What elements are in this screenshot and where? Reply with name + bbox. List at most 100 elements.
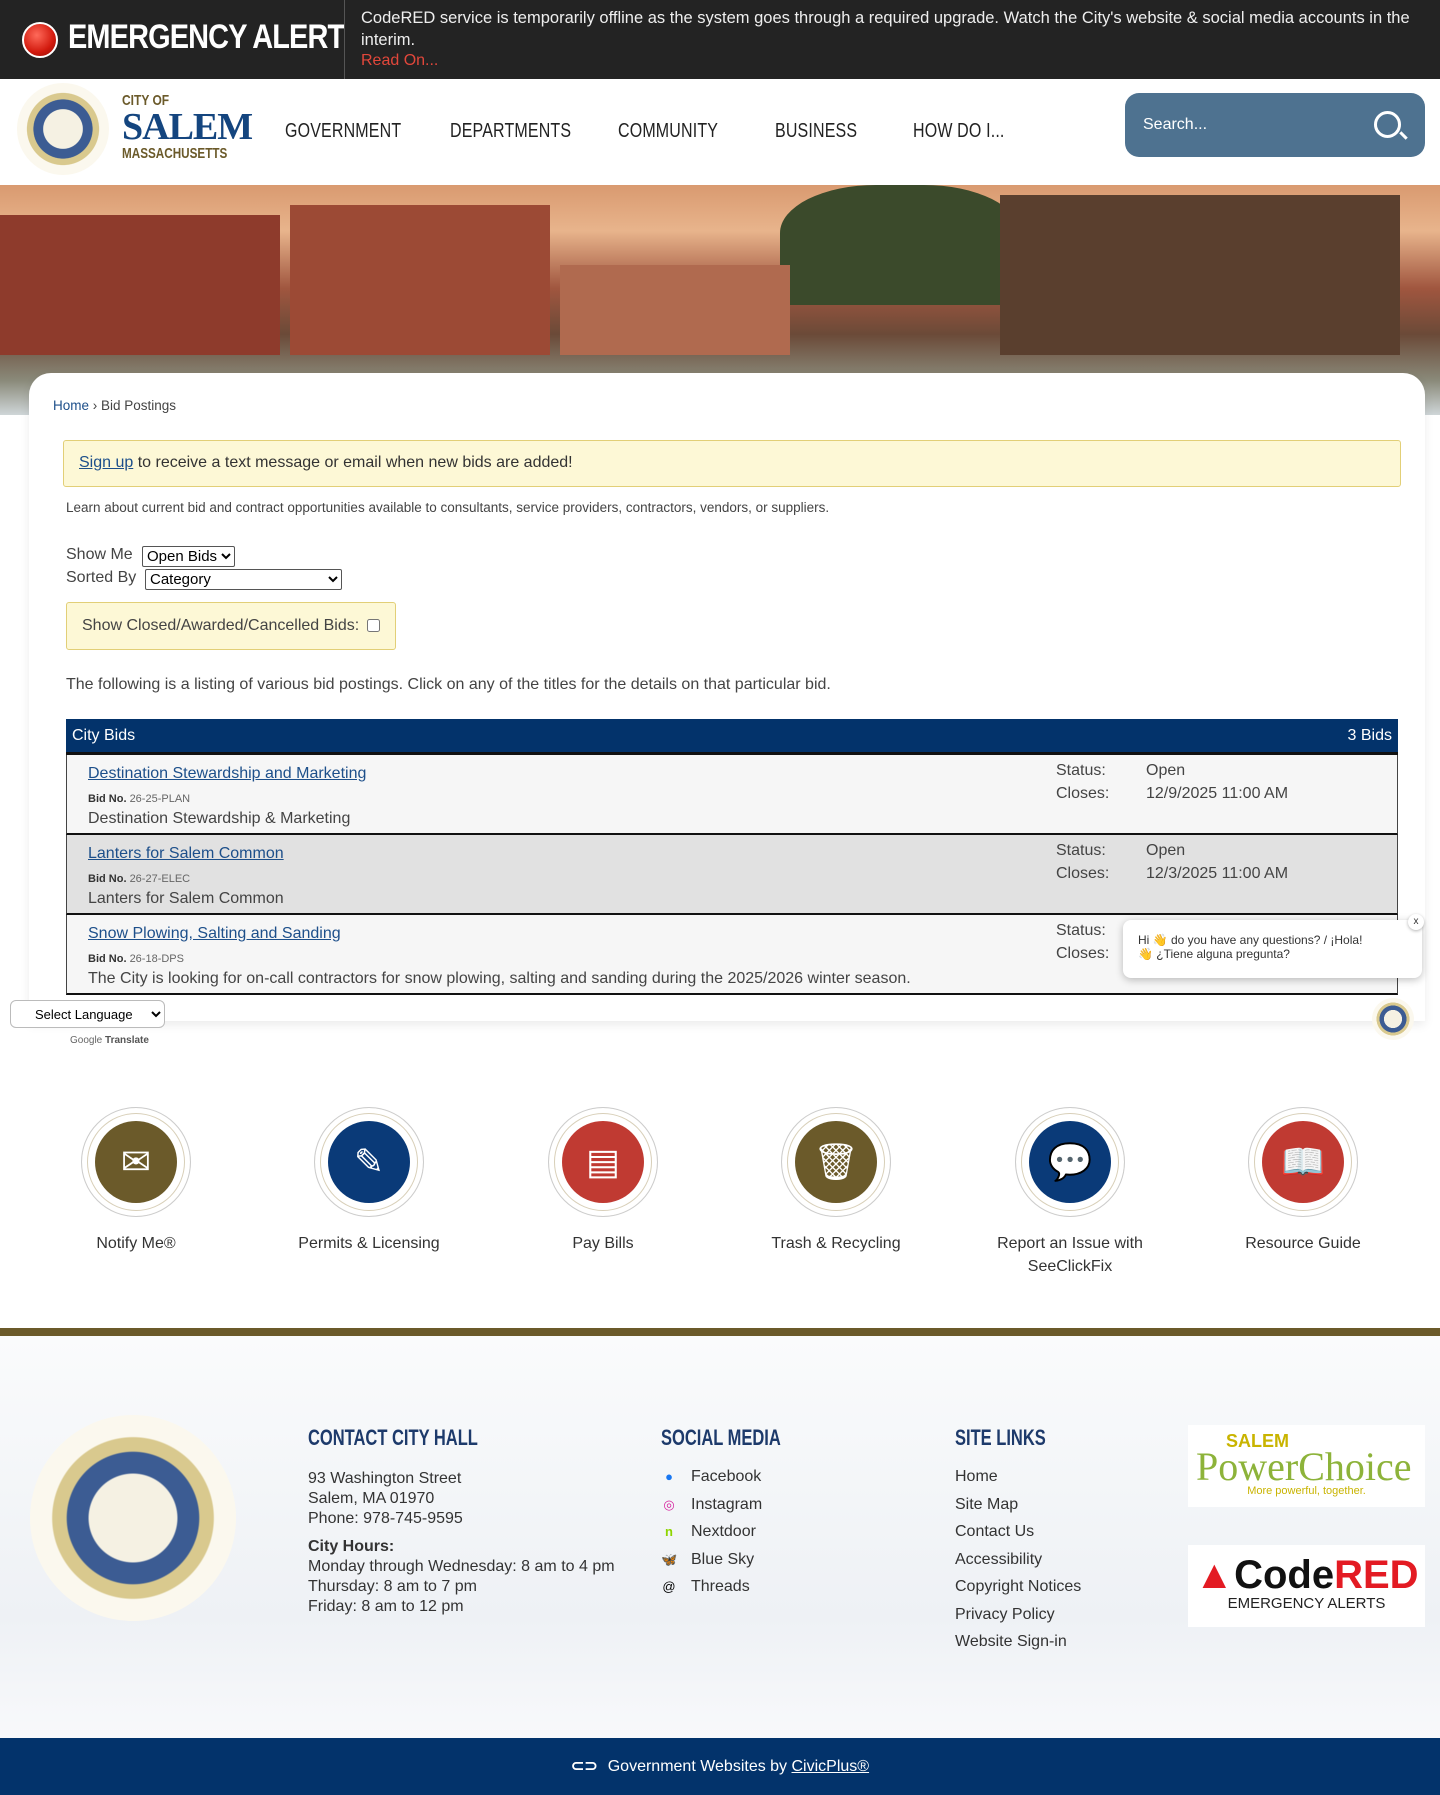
search-icon[interactable]: [1374, 111, 1401, 138]
social-nextdoor[interactable]: n Nextdoor: [661, 1518, 821, 1546]
chat-seal-icon[interactable]: [1372, 998, 1414, 1040]
contact-heading: CONTACT CITY HALL: [308, 1425, 478, 1450]
site-link-contact[interactable]: Contact Us: [955, 1518, 1081, 1546]
site-link-copyright[interactable]: Copyright Notices: [955, 1573, 1081, 1601]
address-line: Salem, MA 01970: [308, 1490, 435, 1507]
facebook-icon: ●: [665, 1469, 673, 1484]
show-me-label: Show Me: [66, 546, 133, 563]
table-row: Lanters for Salem Common Bid No. 26-27-E…: [66, 835, 1398, 915]
civicplus-link[interactable]: CivicPlus®: [792, 1758, 870, 1775]
powerchoice-logo[interactable]: SALEM PowerChoice More powerful, togethe…: [1188, 1425, 1425, 1507]
site-link-site-map[interactable]: Site Map: [955, 1491, 1081, 1519]
read-on-link[interactable]: Read On...: [361, 52, 438, 70]
search-input[interactable]: [1143, 111, 1363, 139]
nextdoor-icon: n: [665, 1524, 673, 1539]
hero-sail-loft: [1000, 195, 1400, 355]
instagram-icon: ◎: [663, 1496, 675, 1512]
quick-link-permits[interactable]: ✎ Permits & Licensing: [298, 1107, 440, 1255]
google-translate-credit: Google Translate: [70, 1035, 149, 1046]
bid-title-link[interactable]: Snow Plowing, Salting and Sanding: [88, 925, 341, 943]
social-heading: SOCIAL MEDIA: [661, 1425, 781, 1450]
show-closed-label: Show Closed/Awarded/Cancelled Bids:: [82, 617, 360, 634]
civicplus-text: Government Websites by: [607, 1758, 792, 1775]
hero-building: [0, 215, 280, 355]
quick-link-label: Resource Guide: [1245, 1235, 1361, 1252]
table-row: Destination Stewardship and Marketing Bi…: [66, 755, 1398, 835]
sorted-by-select[interactable]: Category: [145, 569, 342, 590]
quick-link-seeclickfix[interactable]: 💬 Report an Issue with SeeClickFix: [997, 1107, 1143, 1278]
site-links-section: SITE LINKS Home Site Map Contact Us Acce…: [955, 1425, 1081, 1656]
quick-link-label: Notify Me®: [96, 1235, 176, 1252]
breadcrumb: Home › Bid Postings: [53, 398, 176, 413]
quick-link-label: Report an Issue with SeeClickFix: [997, 1235, 1143, 1275]
bluesky-icon: 🦋: [661, 1551, 678, 1567]
closes-label: Closes:: [1056, 945, 1110, 962]
contact-section: CONTACT CITY HALL 93 Washington Street S…: [308, 1425, 615, 1617]
social-facebook[interactable]: ● Facebook: [661, 1463, 821, 1491]
bid-count: 3 Bids: [1347, 727, 1392, 744]
quick-link-trash[interactable]: 🗑 Trash & Recycling: [771, 1107, 901, 1255]
chat-popup[interactable]: Hi 👋 do you have any questions? / ¡Hola!…: [1123, 920, 1422, 978]
notice-text: to receive a text message or email when …: [133, 454, 573, 471]
quick-link-pay-bills[interactable]: ▤ Pay Bills: [548, 1107, 658, 1255]
phone-chat-icon: ✉: [95, 1121, 177, 1203]
social-section: SOCIAL MEDIA ● Facebook ◎ Instagram n Nextd…: [661, 1425, 821, 1601]
hours-line: Friday: 8 am to 12 pm: [308, 1598, 464, 1615]
footer-city-seal: [30, 1415, 236, 1621]
city-seal-logo[interactable]: [17, 83, 109, 175]
emergency-alert-bar: EMERGENCY ALERT CodeRED service is tempo…: [0, 0, 1440, 79]
address-line: 93 Washington Street: [308, 1470, 462, 1487]
closes-label: Closes:: [1056, 785, 1110, 802]
status-label: Status:: [1056, 762, 1106, 779]
social-bluesky[interactable]: 🦋 Blue Sky: [661, 1546, 821, 1574]
credit-card-icon: ▤: [562, 1121, 644, 1203]
bid-title-link[interactable]: Destination Stewardship and Marketing: [88, 765, 366, 783]
quick-link-label: Pay Bills: [572, 1235, 634, 1252]
search-box: [1125, 93, 1425, 157]
social-threads[interactable]: @ Threads: [661, 1573, 821, 1601]
nav-community[interactable]: COMMUNITY: [618, 120, 718, 143]
hours-line: Monday through Wednesday: 8 am to 4 pm: [308, 1558, 615, 1575]
chat-bubbles-icon: 💬: [1029, 1121, 1111, 1203]
bid-number: Bid No. 26-27-ELEC: [88, 873, 191, 885]
alert-message: CodeRED service is temporarily offline a…: [361, 9, 1410, 49]
breadcrumb-home[interactable]: Home: [53, 398, 89, 413]
bid-title-link[interactable]: Lanters for Salem Common: [88, 845, 284, 863]
show-closed-checkbox[interactable]: [367, 619, 380, 632]
breadcrumb-separator: ›: [89, 398, 102, 413]
site-link-sign-in[interactable]: Website Sign-in: [955, 1628, 1081, 1656]
sorted-by-label: Sorted By: [66, 569, 137, 586]
closes-value: 12/3/2025 11:00 AM: [1146, 865, 1289, 882]
quick-link-resource-guide[interactable]: 📖 Resource Guide: [1245, 1107, 1361, 1255]
show-me-select[interactable]: Open Bids: [142, 546, 235, 567]
chat-line: Hi 👋 do you have any questions? / ¡Hola!: [1138, 933, 1363, 947]
hours-label: City Hours:: [308, 1538, 395, 1555]
site-link-privacy[interactable]: Privacy Policy: [955, 1601, 1081, 1629]
bid-number: Bid No. 26-25-PLAN: [88, 793, 191, 805]
alert-title: EMERGENCY ALERT: [68, 18, 345, 56]
social-instagram[interactable]: ◎ Instagram: [661, 1491, 821, 1519]
nav-departments[interactable]: DEPARTMENTS: [450, 120, 571, 143]
status-value: Open: [1146, 842, 1186, 859]
site-links-heading: SITE LINKS: [955, 1425, 1046, 1450]
city-logo-text[interactable]: CITY OF SALEM MASSACHUSETTS: [122, 92, 257, 162]
quick-link-label: Trash & Recycling: [771, 1235, 901, 1252]
divider: [344, 0, 345, 79]
site-link-accessibility[interactable]: Accessibility: [955, 1546, 1081, 1574]
chat-close-icon[interactable]: x: [1408, 914, 1424, 930]
nav-business[interactable]: BUSINESS: [775, 120, 857, 143]
nav-how-do-i[interactable]: HOW DO I...: [913, 120, 1005, 143]
hero-building: [290, 205, 550, 355]
site-link-home[interactable]: Home: [955, 1463, 1081, 1491]
nav-government[interactable]: GOVERNMENT: [285, 120, 401, 143]
hero-building: [560, 265, 790, 355]
codered-logo[interactable]: ▲CodeRED EMERGENCY ALERTS: [1188, 1545, 1425, 1627]
table-title: City Bids: [72, 727, 136, 744]
bid-description: Destination Stewardship & Marketing: [88, 810, 351, 827]
quick-link-notify-me[interactable]: ✉ Notify Me®: [81, 1107, 191, 1255]
closes-value: 12/9/2025 11:00 AM: [1146, 785, 1289, 802]
quick-link-label: Permits & Licensing: [298, 1235, 440, 1252]
select-language-dropdown[interactable]: Select Language: [10, 1000, 165, 1028]
sign-up-link[interactable]: Sign up: [79, 454, 133, 471]
status-label: Status:: [1056, 842, 1106, 859]
